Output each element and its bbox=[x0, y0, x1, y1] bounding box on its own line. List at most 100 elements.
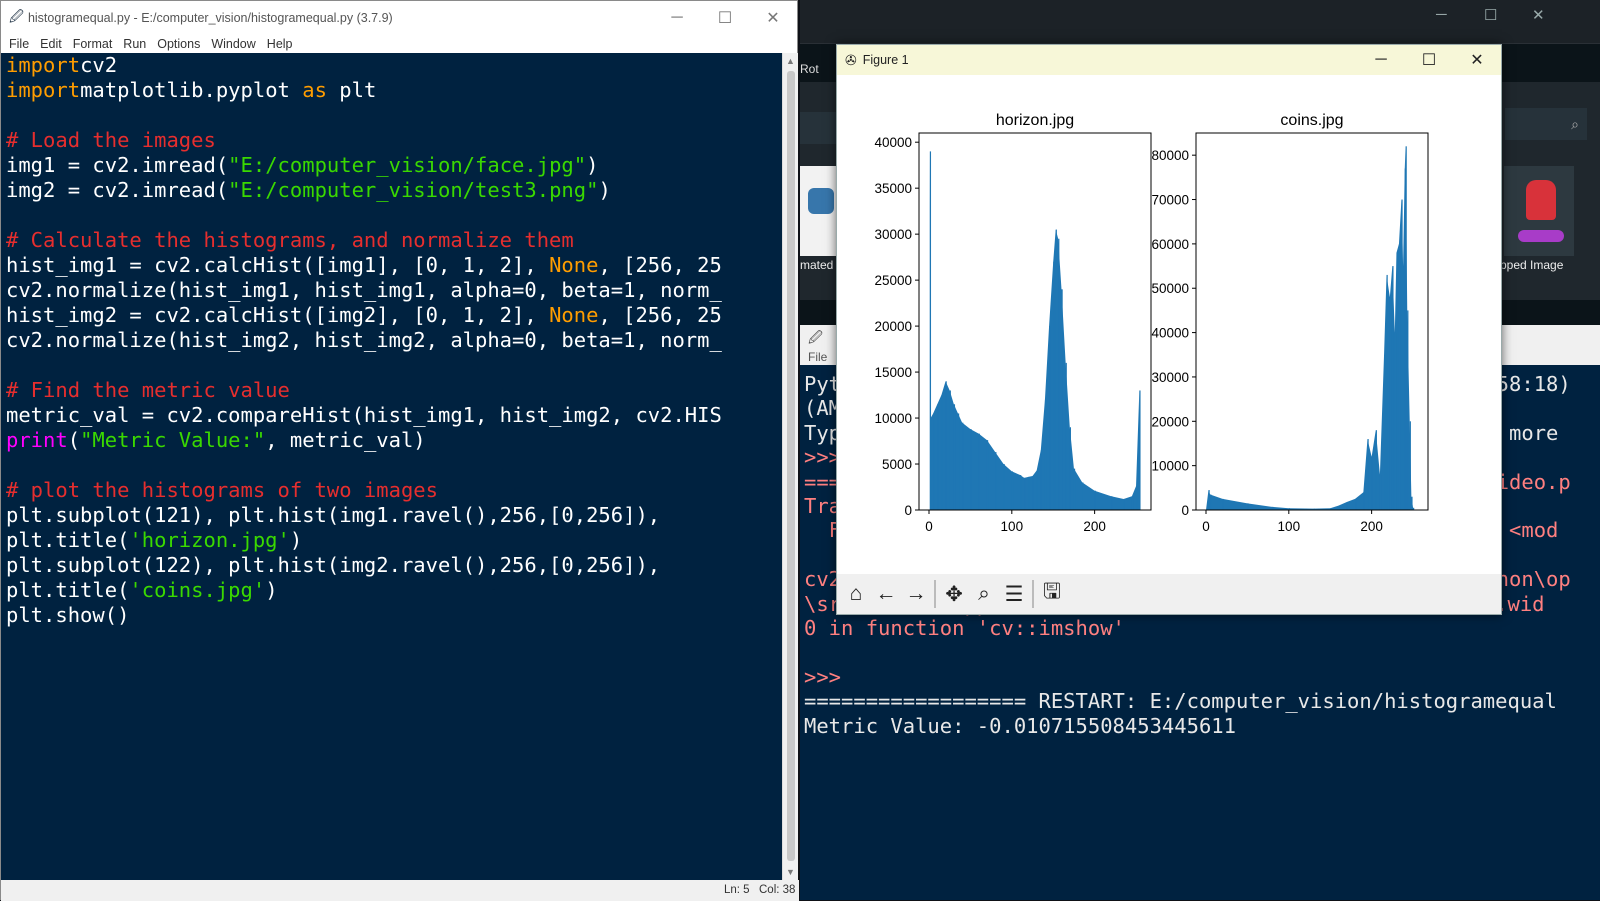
menu-format[interactable]: Format bbox=[73, 37, 113, 51]
scroll-down-icon[interactable]: ▼ bbox=[786, 867, 795, 877]
histogram-bar bbox=[1392, 266, 1394, 510]
code-token: # Find the metric value bbox=[6, 378, 290, 402]
histogram-bar bbox=[1401, 199, 1403, 510]
minimize-icon[interactable]: ─ bbox=[1436, 6, 1447, 23]
code-token: # Load the images bbox=[6, 128, 216, 152]
column-number: Col: 38 bbox=[759, 884, 796, 896]
vertical-scrollbar[interactable]: ▲ ▼ bbox=[782, 53, 798, 880]
code-line: plt.show() bbox=[1, 603, 782, 628]
code-line: # Load the images bbox=[1, 128, 782, 153]
maximize-icon[interactable]: ☐ bbox=[1484, 6, 1497, 24]
histogram-bar bbox=[1058, 238, 1060, 510]
menu-window[interactable]: Window bbox=[211, 37, 255, 51]
thumbnail-label: mated bbox=[800, 258, 834, 272]
code-token: # Calculate the histograms, and normaliz… bbox=[6, 228, 574, 252]
code-token: img2 = cv2.imread( bbox=[6, 178, 229, 202]
y-tick-label: 0 bbox=[1181, 503, 1189, 518]
histogram-bar bbox=[953, 404, 956, 510]
scrollbar-thumb[interactable] bbox=[787, 71, 795, 861]
zoom-icon[interactable]: ⌕ bbox=[969, 579, 999, 609]
background-tab-label[interactable]: Rot bbox=[800, 62, 819, 76]
menu-run[interactable]: Run bbox=[123, 37, 146, 51]
menu-options[interactable]: Options bbox=[157, 37, 200, 51]
python-logo-icon bbox=[808, 188, 834, 214]
search-bar-fragment bbox=[800, 112, 840, 144]
histogram-bar bbox=[1396, 252, 1398, 511]
menu-edit[interactable]: Edit bbox=[40, 37, 62, 51]
histogram-bar bbox=[1061, 289, 1063, 510]
figure-canvas[interactable]: horizon.jpg05000100001500020000250003000… bbox=[837, 75, 1501, 574]
histogram-bar bbox=[1405, 146, 1407, 510]
editor-menubar: File Edit Format Run Options Window Help bbox=[1, 34, 797, 53]
code-token: 'horizon.jpg' bbox=[129, 528, 290, 552]
code-token: "E:/computer_vision/face.jpg" bbox=[228, 153, 587, 177]
code-token: cv2.normalize(hist_img1, hist_img1, alph… bbox=[6, 278, 722, 302]
save-icon[interactable]: 🖫 bbox=[1037, 579, 1067, 609]
scroll-up-icon[interactable]: ▲ bbox=[786, 56, 795, 66]
home-icon[interactable]: ⌂ bbox=[841, 579, 871, 609]
histogram-bar bbox=[1131, 496, 1134, 510]
x-tick-label: 200 bbox=[1083, 519, 1106, 534]
y-tick-label: 30000 bbox=[1151, 370, 1189, 385]
x-tick-label: 100 bbox=[1001, 519, 1024, 534]
code-token: cv2 bbox=[80, 53, 118, 77]
idle-icon: 🖉 bbox=[808, 329, 823, 345]
y-tick-label: 10000 bbox=[1151, 459, 1189, 474]
background-window-titlebar: ─ ☐ ✕ bbox=[800, 0, 1600, 44]
histogram-bar bbox=[1011, 471, 1014, 510]
search-icon[interactable]: ⌕ bbox=[1505, 108, 1587, 140]
menu-help[interactable]: Help bbox=[267, 37, 293, 51]
code-token: import bbox=[6, 53, 81, 77]
histogram-area bbox=[1206, 146, 1414, 510]
code-token: cv2.normalize(hist_img2, hist_img2, alph… bbox=[6, 328, 722, 352]
forward-arrow-icon[interactable]: → bbox=[901, 579, 931, 609]
python-thumbnail[interactable] bbox=[800, 166, 838, 256]
shell-line: >>> bbox=[804, 664, 842, 689]
back-arrow-icon[interactable]: ← bbox=[871, 579, 901, 609]
y-tick-label: 5000 bbox=[882, 457, 912, 472]
configure-subplots-icon[interactable]: ☰ bbox=[999, 579, 1029, 609]
minimize-icon[interactable]: ─ bbox=[653, 9, 701, 27]
histogram-bar bbox=[1044, 399, 1047, 510]
editor-statusbar: Ln: 5 Col: 38 bbox=[1, 880, 799, 901]
histogram-bar bbox=[986, 440, 989, 510]
minimize-icon[interactable]: ─ bbox=[1357, 51, 1405, 69]
menu-file[interactable]: File bbox=[9, 37, 29, 51]
x-tick-label: 0 bbox=[1202, 519, 1210, 534]
histogram-bar bbox=[1222, 498, 1224, 510]
code-token: ( bbox=[67, 428, 81, 452]
figure-titlebar: ✇ Figure 1 ─ ☐ ✕ bbox=[837, 45, 1501, 75]
y-tick-label: 20000 bbox=[874, 319, 912, 334]
y-tick-label: 0 bbox=[904, 503, 912, 518]
pan-icon[interactable]: ✥ bbox=[939, 579, 969, 609]
close-icon[interactable]: ✕ bbox=[1453, 50, 1501, 70]
maximize-icon[interactable]: ☐ bbox=[1405, 50, 1453, 70]
histogram-bar bbox=[1407, 310, 1409, 510]
y-tick-label: 20000 bbox=[1151, 414, 1189, 429]
histogram-bar bbox=[949, 390, 951, 510]
histogram-bar bbox=[995, 452, 997, 510]
shell-menu-file[interactable]: File bbox=[808, 350, 827, 364]
histogram-bar bbox=[937, 404, 939, 510]
image-thumbnail[interactable] bbox=[1504, 166, 1574, 256]
histogram-bar bbox=[1049, 326, 1051, 510]
close-icon[interactable]: ✕ bbox=[749, 8, 797, 28]
histogram-bar bbox=[1024, 477, 1026, 510]
histogram-bar bbox=[970, 429, 972, 510]
histogram-bar bbox=[962, 422, 964, 510]
code-token: ) bbox=[586, 153, 599, 177]
maximize-icon[interactable]: ☐ bbox=[701, 8, 749, 28]
shell-line: 0 in function 'cv::imshow' bbox=[804, 616, 1125, 640]
stage-shape bbox=[1518, 230, 1564, 242]
histogram-bar bbox=[1398, 243, 1401, 510]
shell-line: Metric Value: -0.010715508453445611 bbox=[804, 713, 1236, 738]
code-token: None bbox=[549, 253, 599, 277]
y-tick-label: 40000 bbox=[874, 135, 912, 150]
code-editor[interactable]: importcv2 importmatplotlib.pyplot as plt #… bbox=[1, 53, 782, 880]
histogram-bar bbox=[1055, 229, 1057, 511]
y-tick-label: 60000 bbox=[1151, 237, 1189, 252]
close-icon[interactable]: ✕ bbox=[1532, 6, 1545, 24]
code-token: plt bbox=[326, 78, 377, 102]
code-token: , [256, 25 bbox=[598, 253, 722, 277]
